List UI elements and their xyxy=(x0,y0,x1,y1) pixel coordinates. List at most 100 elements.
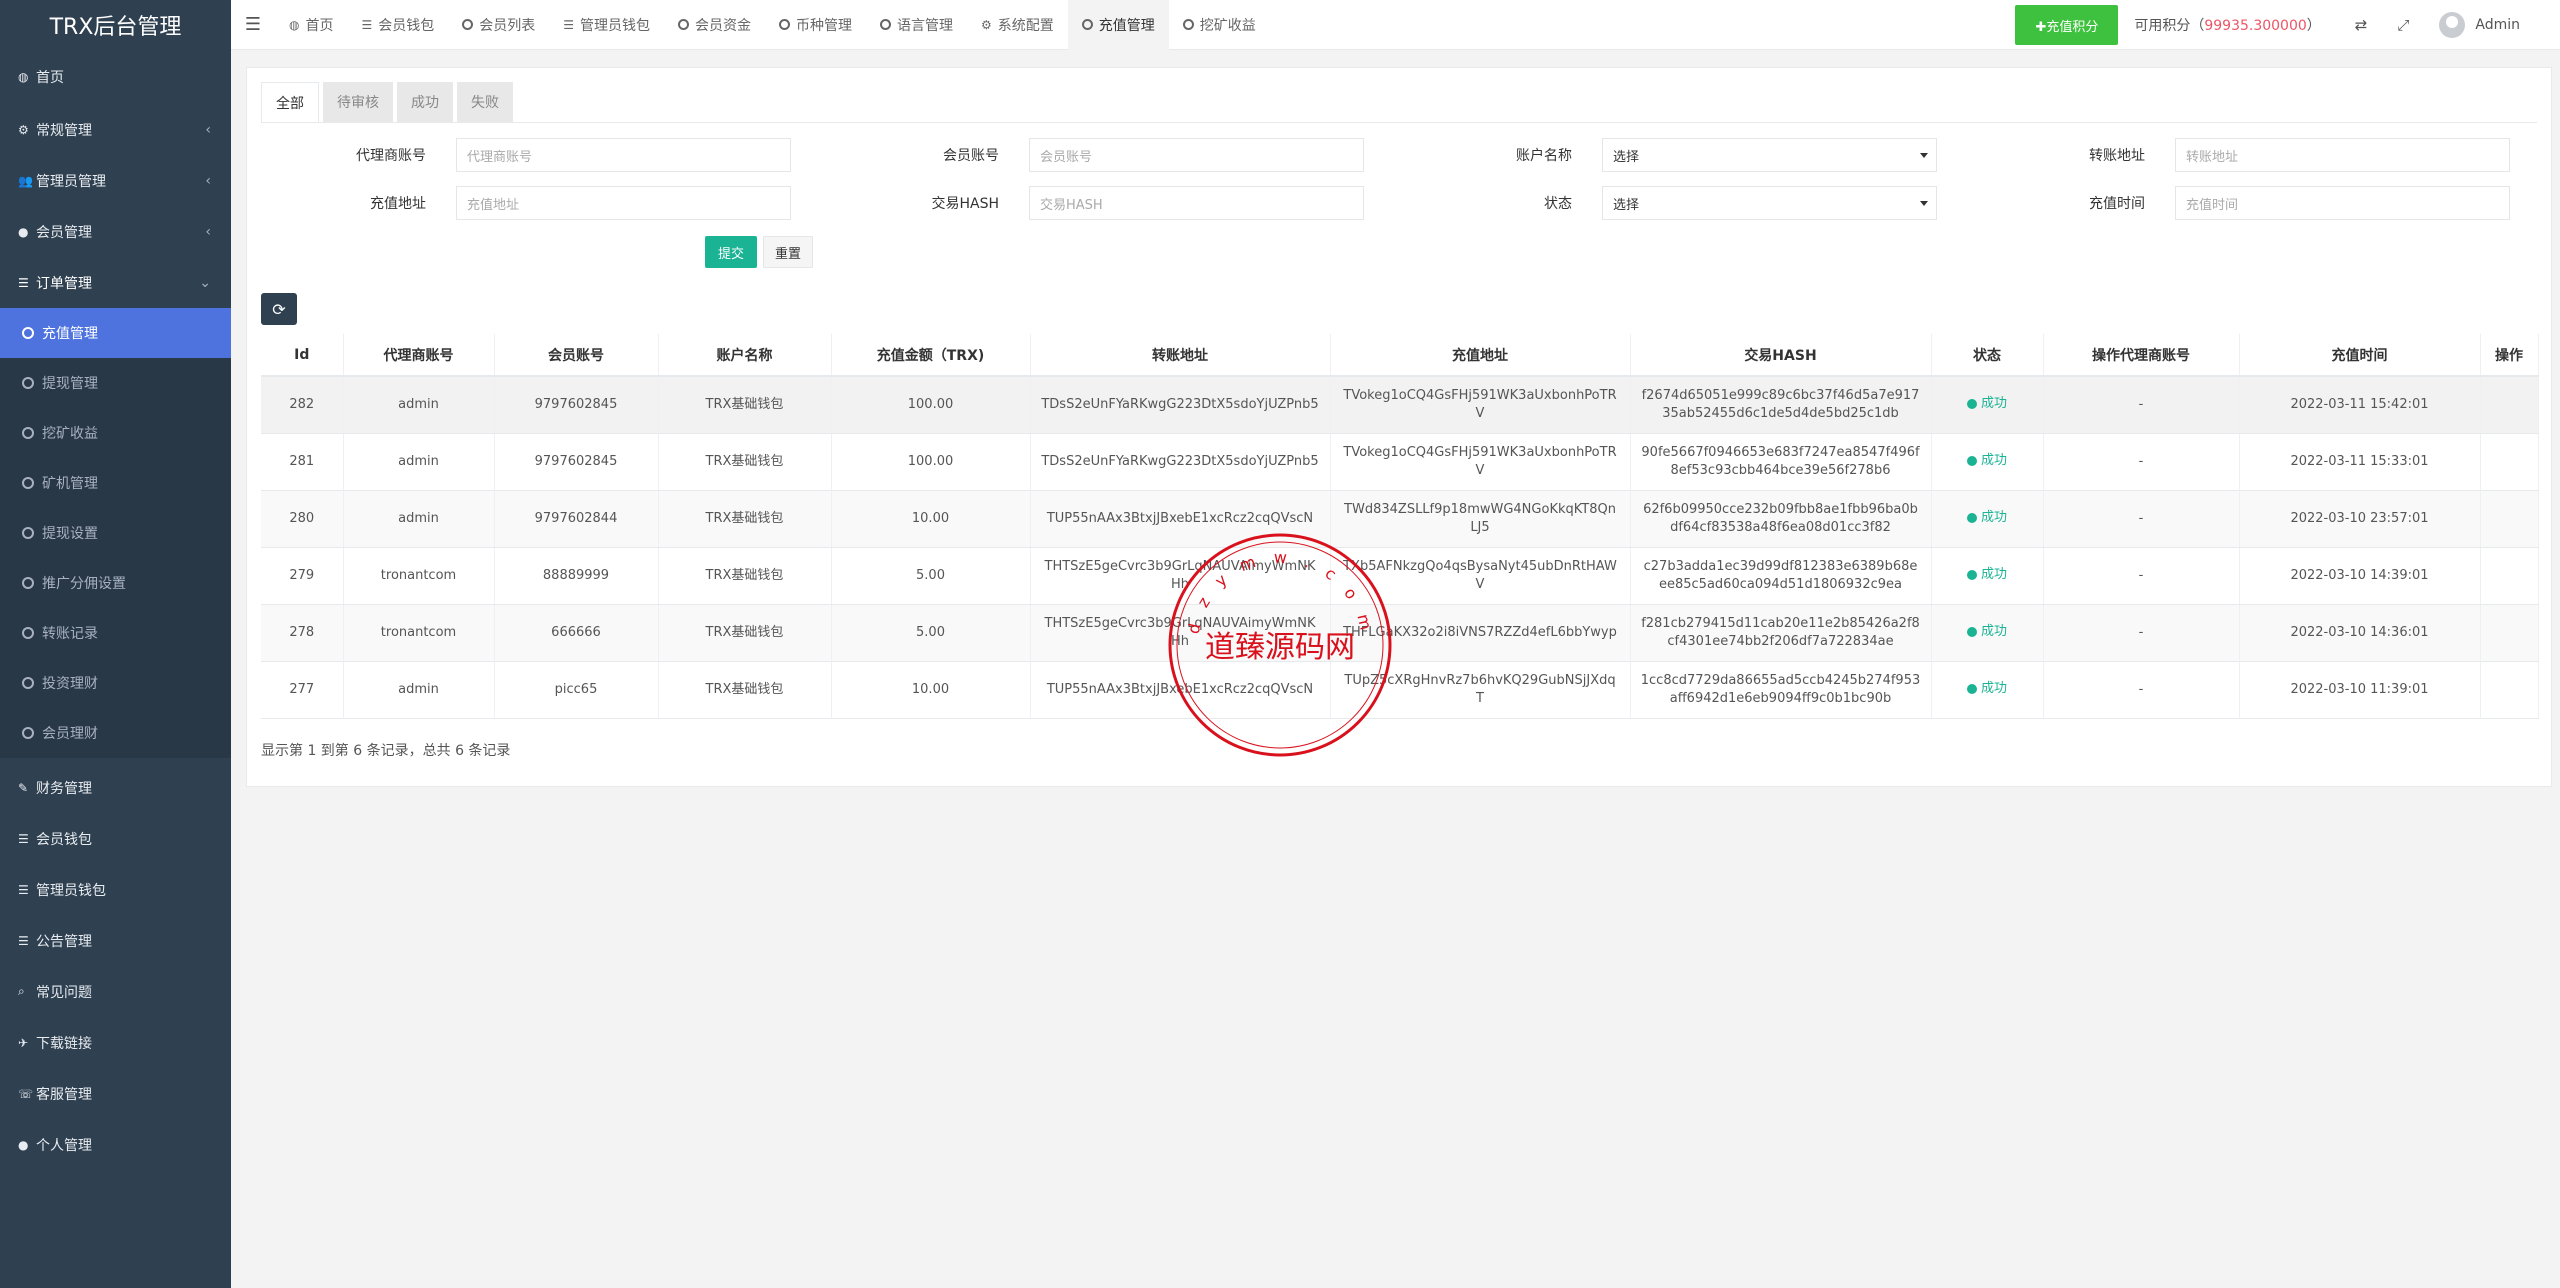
tab-recharge[interactable]: 充值管理 xyxy=(1067,0,1169,50)
col-header[interactable]: 操作代理商账号 xyxy=(2043,334,2240,377)
account-name-select[interactable]: 选择 xyxy=(1602,138,1937,172)
table-cell[interactable] xyxy=(2480,604,2539,662)
filter-label: 状态 xyxy=(1544,196,1572,212)
status-text: 成功 xyxy=(1980,452,2007,468)
sidebar-sub-commission-settings[interactable]: 推广分佣设置 xyxy=(0,558,231,608)
sidebar-item-faq[interactable]: ⌕ 常见问题 xyxy=(0,966,231,1017)
status-badge: 成功 xyxy=(1966,509,2007,527)
sidebar-item-general[interactable]: ⚙ 常规管理 ‹ xyxy=(0,104,231,155)
sidebar-sub-miners[interactable]: 矿机管理 xyxy=(0,458,231,508)
recharge-points-button[interactable]: ✚充值积分 xyxy=(2015,5,2119,45)
filter-tab-all[interactable]: 全部 xyxy=(261,82,319,122)
status-badge: 成功 xyxy=(1966,623,2007,641)
transfer-address-input[interactable]: 转账地址 xyxy=(2175,138,2510,172)
table-cell: TUP55nAAx3BtxjJBxebE1xcRcz2cqQVscN xyxy=(1030,661,1331,719)
sidebar-item-finance[interactable]: ✎ 财务管理 xyxy=(0,762,231,813)
status-select[interactable]: 选择 xyxy=(1602,186,1937,220)
agent-account-input[interactable]: 代理商账号 xyxy=(456,138,791,172)
table-cell[interactable] xyxy=(2480,376,2539,434)
filter-row-1: 代理商账号 代理商账号 会员账号 会员账号 账户名称 选择 转账地址 转账地址 xyxy=(261,138,2553,172)
reset-button[interactable]: 重置 xyxy=(763,236,813,268)
sidebar-item-announcements[interactable]: ☰ 公告管理 xyxy=(0,915,231,966)
tx-hash-input[interactable]: 交易HASH xyxy=(1029,186,1364,220)
chevron-left-icon: ‹ xyxy=(205,121,211,138)
available-points: 可用积分（99935.300000） xyxy=(2134,15,2320,35)
table-cell: tronantcom xyxy=(343,604,495,662)
table-cell[interactable] xyxy=(2480,433,2539,491)
table-cell[interactable] xyxy=(2480,547,2539,605)
col-header[interactable]: 充值时间 xyxy=(2239,334,2481,377)
table-cell: 277 xyxy=(261,661,344,719)
table-cell: - xyxy=(2043,490,2240,548)
sidebar-sub-investment[interactable]: 投资理财 xyxy=(0,658,231,708)
avatar[interactable] xyxy=(2439,12,2466,38)
col-header[interactable]: 交易HASH xyxy=(1630,334,1932,377)
filter-row-2: 充值地址 充值地址 交易HASH 交易HASH 状态 选择 充值时间 充值时间 xyxy=(261,186,2553,220)
col-header[interactable]: 充值金额（TRX) xyxy=(831,334,1031,377)
refresh-button[interactable]: ⟳ xyxy=(261,293,297,325)
submit-button[interactable]: 提交 xyxy=(705,236,757,268)
tab-system-config[interactable]: ⚙ 系统配置 xyxy=(967,0,1068,50)
language-icon[interactable]: ⇄ xyxy=(2355,16,2368,34)
sidebar-item-members[interactable]: ● 会员管理 ‹ xyxy=(0,206,231,257)
sidebar-sub-withdraw[interactable]: 提现管理 xyxy=(0,358,231,408)
tab-member-list[interactable]: 会员列表 xyxy=(448,0,549,50)
sidebar-item-member-wallet[interactable]: ☰ 会员钱包 xyxy=(0,813,231,864)
table-cell: 9797602845 xyxy=(494,433,659,491)
sidebar-sub-mining-income[interactable]: 挖矿收益 xyxy=(0,408,231,458)
table-cell: 9797602845 xyxy=(494,376,659,434)
tab-currency[interactable]: 币种管理 xyxy=(765,0,866,50)
col-header[interactable]: 充值地址 xyxy=(1330,334,1631,377)
sidebar-sub-recharge[interactable]: 充值管理 xyxy=(0,308,231,358)
col-header[interactable]: 状态 xyxy=(1931,334,2044,377)
sidebar-sub-member-investment[interactable]: 会员理财 xyxy=(0,708,231,758)
refresh-icon: ⟳ xyxy=(272,299,286,319)
edit-icon: ✎ xyxy=(18,780,29,795)
filter-agent-account: 代理商账号 代理商账号 xyxy=(261,138,834,172)
tab-admin-wallet[interactable]: ☰ 管理员钱包 xyxy=(549,0,664,50)
table-cell[interactable] xyxy=(2480,661,2539,719)
col-header[interactable]: 代理商账号 xyxy=(343,334,495,377)
sidebar-sub-transfer-records[interactable]: 转账记录 xyxy=(0,608,231,658)
table-cell: 100.00 xyxy=(831,376,1031,434)
sidebar-item-admin-wallet[interactable]: ☰ 管理员钱包 xyxy=(0,864,231,915)
filter-tab-pending[interactable]: 待审核 xyxy=(323,82,393,122)
tab-home[interactable]: ◍ 首页 xyxy=(275,0,347,50)
sidebar-sub-label: 转账记录 xyxy=(42,626,98,642)
table-cell: TDsS2eUnFYaRKwgG223DtX5sdoYjUZPnb5 xyxy=(1030,376,1331,434)
filter-label: 交易HASH xyxy=(931,196,999,212)
sidebar-item-profile[interactable]: ● 个人管理 xyxy=(0,1119,231,1170)
circle-icon xyxy=(880,19,892,30)
table-cell[interactable] xyxy=(2480,490,2539,548)
recharge-time-input[interactable]: 充值时间 xyxy=(2175,186,2510,220)
sidebar-item-admins[interactable]: 👥 管理员管理 ‹ xyxy=(0,155,231,206)
table-cell: 278 xyxy=(261,604,344,662)
tab-language[interactable]: 语言管理 xyxy=(866,0,967,50)
table-cell: f281cb279415d11cab20e11e2b85426a2f8cf430… xyxy=(1630,604,1932,662)
table-cell: 2022-03-10 23:57:01 xyxy=(2239,490,2481,548)
admin-name[interactable]: Admin xyxy=(2475,17,2520,33)
col-header[interactable]: 账户名称 xyxy=(658,334,832,377)
member-account-input[interactable]: 会员账号 xyxy=(1029,138,1364,172)
filter-tab-success[interactable]: 成功 xyxy=(397,82,453,122)
col-header[interactable]: 转账地址 xyxy=(1030,334,1331,377)
tab-mining-income[interactable]: 挖矿收益 xyxy=(1169,0,1270,50)
sidebar-item-support[interactable]: ☏ 客服管理 xyxy=(0,1068,231,1119)
pagination-summary: 显示第 1 到第 6 条记录，总共 6 条记录 xyxy=(261,743,511,759)
sidebar-item-orders[interactable]: ☰ 订单管理 ⌄ xyxy=(0,257,231,308)
fullscreen-icon[interactable]: ⤢ xyxy=(2397,16,2409,34)
tab-member-funds[interactable]: 会员资金 xyxy=(664,0,765,50)
table-cell: c27b3adda1ec39d99df812383e6389b68eee85c5… xyxy=(1630,547,1932,605)
sidebar-item-home[interactable]: ◍ 首页 xyxy=(0,50,231,104)
col-header[interactable]: Id xyxy=(261,334,344,377)
sidebar-item-downloads[interactable]: ✈ 下载链接 xyxy=(0,1017,231,1068)
col-header[interactable]: 会员账号 xyxy=(494,334,659,377)
tab-member-wallet[interactable]: ☰ 会员钱包 xyxy=(347,0,448,50)
sidebar-item-label: 财务管理 xyxy=(36,780,92,797)
filter-tab-failed[interactable]: 失败 xyxy=(457,82,513,122)
sidebar-sub-withdraw-settings[interactable]: 提现设置 xyxy=(0,508,231,558)
recharge-address-input[interactable]: 充值地址 xyxy=(456,186,791,220)
submenu-orders: 充值管理 提现管理 挖矿收益 矿机管理 提现设置 推广分佣设置 转账记录 投资理… xyxy=(0,308,231,758)
table-cell: 100.00 xyxy=(831,433,1031,491)
menu-toggle-icon[interactable]: ☰ xyxy=(231,14,275,35)
